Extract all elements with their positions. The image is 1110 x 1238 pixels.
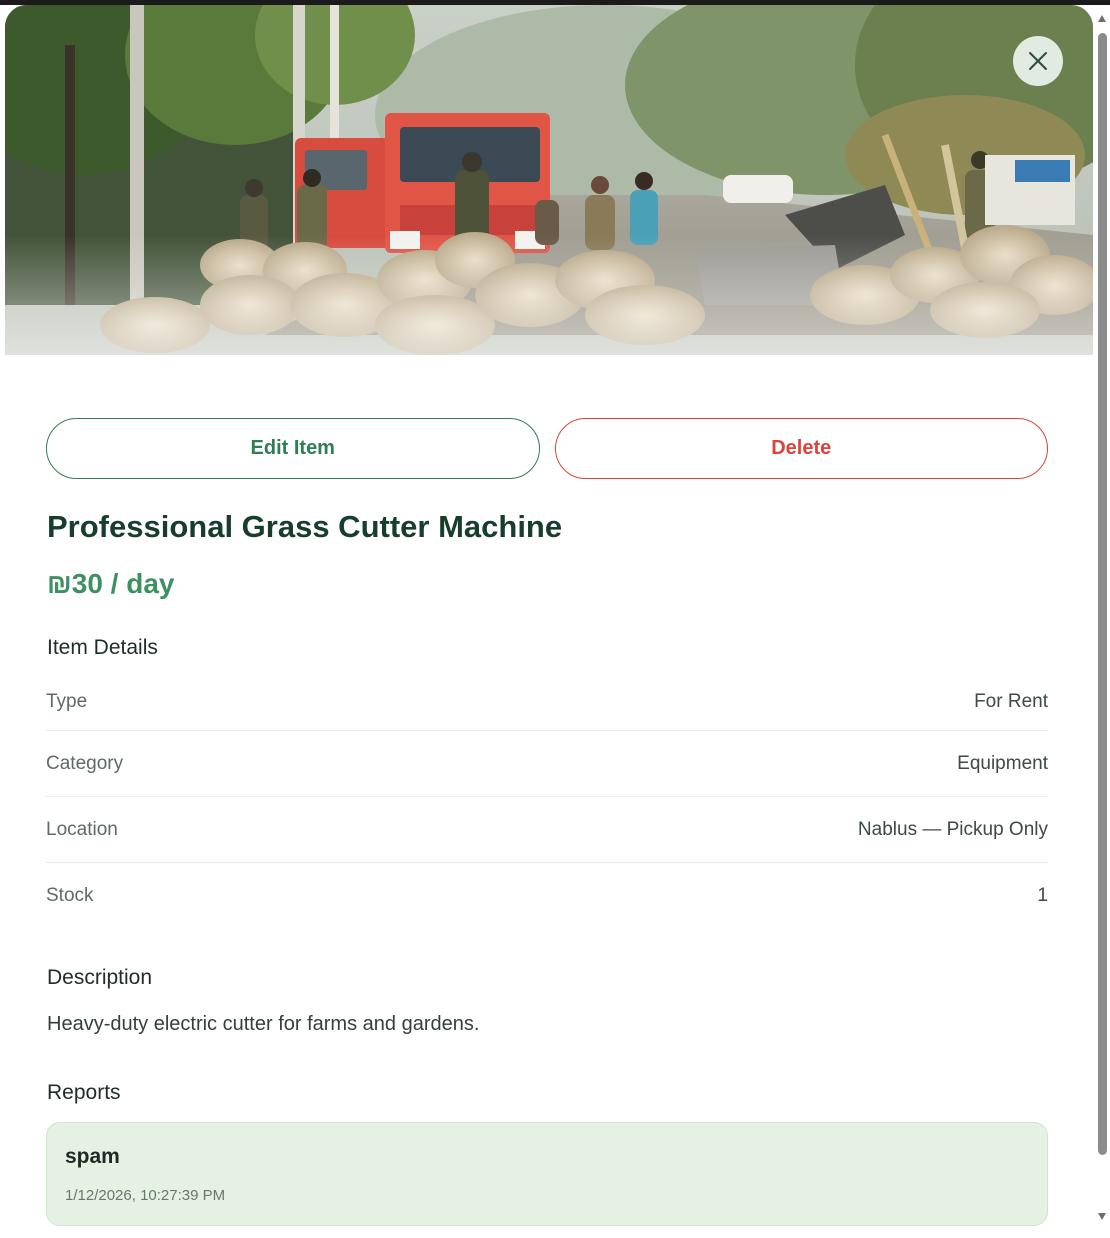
item-actions: Edit Item Delete [46, 418, 1048, 479]
detail-label: Location [46, 818, 118, 840]
description-text: Heavy-duty electric cutter for farms and… [47, 1013, 480, 1035]
detail-label: Category [46, 752, 124, 774]
scroll-down-arrow-icon[interactable] [1098, 1213, 1106, 1220]
item-photo [5, 5, 1093, 355]
detail-label: Type [46, 690, 88, 712]
report-card: spam 1/12/2026, 10:27:39 PM [46, 1122, 1048, 1226]
detail-value: 1 [1037, 885, 1048, 906]
item-title: Professional Grass Cutter Machine [47, 509, 563, 544]
delete-button[interactable]: Delete [554, 418, 1048, 479]
item-details-list: Type For Rent Category Equipment Locatio… [46, 673, 1048, 929]
report-reason: spam [65, 1145, 120, 1168]
description-heading: Description [47, 966, 153, 989]
vertical-scrollbar[interactable] [1094, 5, 1110, 1238]
item-photo-graphic [5, 5, 1093, 355]
detail-value: Equipment [957, 752, 1048, 774]
detail-row-stock: Stock 1 [46, 863, 1048, 929]
detail-label: Stock [46, 885, 94, 906]
edit-item-button[interactable]: Edit Item [46, 418, 540, 479]
item-price: ₪30 / day [47, 568, 175, 599]
detail-row-location: Location Nablus — Pickup Only [46, 797, 1048, 863]
scroll-up-arrow-icon[interactable] [1098, 15, 1106, 22]
detail-value: For Rent [974, 690, 1048, 712]
item-detail-modal: Edit Item Delete Professional Grass Cutt… [5, 5, 1093, 1238]
close-button[interactable] [1013, 36, 1063, 86]
scrollbar-thumb[interactable] [1098, 33, 1107, 1155]
reports-heading: Reports [47, 1081, 121, 1104]
detail-row-type: Type For Rent [46, 673, 1048, 731]
detail-value: Nablus — Pickup Only [857, 818, 1048, 840]
close-icon [1029, 52, 1047, 70]
item-details-heading: Item Details [47, 636, 158, 659]
report-timestamp: 1/12/2026, 10:27:39 PM [65, 1187, 226, 1204]
detail-row-category: Category Equipment [46, 731, 1048, 797]
